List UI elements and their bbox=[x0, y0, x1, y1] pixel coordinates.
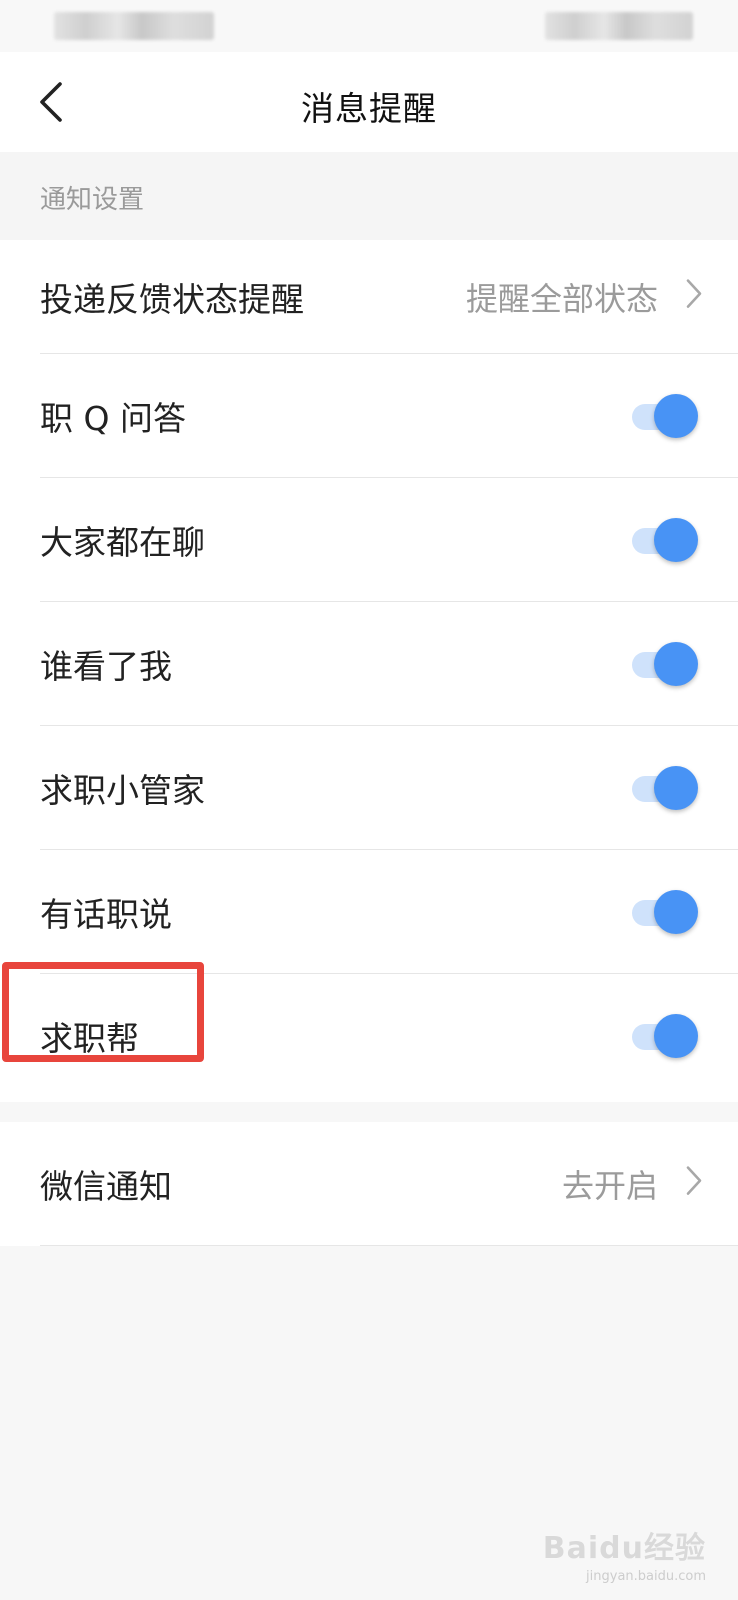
toggle-switch[interactable] bbox=[632, 1014, 698, 1058]
toggle-knob bbox=[654, 766, 698, 810]
setting-value: 提醒全部状态 bbox=[465, 280, 658, 318]
setting-label: 求职帮 bbox=[40, 1019, 139, 1058]
toggle-knob bbox=[654, 890, 698, 934]
notification-settings-list: 投递反馈状态提醒 提醒全部状态 职 Q 问答 大家都在聊 谁看了我 求职小管家 … bbox=[0, 240, 738, 1102]
wechat-settings-list: 微信通知 去开启 bbox=[0, 1122, 738, 1246]
status-bar-left-blurred bbox=[54, 12, 214, 40]
setting-row-zhiq-qa: 职 Q 问答 bbox=[0, 354, 738, 478]
section-header: 通知设置 bbox=[0, 152, 738, 240]
toggle-switch[interactable] bbox=[632, 394, 698, 438]
toggle-switch[interactable] bbox=[632, 890, 698, 934]
setting-label: 投递反馈状态提醒 bbox=[40, 280, 304, 319]
setting-row-job-assistant: 求职小管家 bbox=[0, 726, 738, 850]
setting-label: 职 Q 问答 bbox=[40, 399, 186, 438]
chevron-right-icon bbox=[684, 1164, 704, 1198]
status-bar-right-blurred bbox=[545, 12, 693, 40]
toggle-switch[interactable] bbox=[632, 766, 698, 810]
setting-row-wechat-notification[interactable]: 微信通知 去开启 bbox=[0, 1122, 738, 1246]
setting-row-job-help: 求职帮 bbox=[0, 974, 738, 1098]
toggle-knob bbox=[654, 1014, 698, 1058]
page-title: 消息提醒 bbox=[301, 89, 437, 128]
setting-label: 微信通知 bbox=[40, 1167, 172, 1206]
setting-row-speak-up: 有话职说 bbox=[0, 850, 738, 974]
setting-label: 有话职说 bbox=[40, 895, 172, 934]
setting-label: 大家都在聊 bbox=[40, 523, 205, 562]
divider bbox=[40, 1245, 738, 1246]
baidu-jingyan-watermark: Baidu经验 jingyan.baidu.com bbox=[543, 1523, 706, 1584]
setting-row-everyone-chatting: 大家都在聊 bbox=[0, 478, 738, 602]
setting-row-delivery-feedback[interactable]: 投递反馈状态提醒 提醒全部状态 bbox=[0, 240, 738, 354]
setting-row-who-viewed-me: 谁看了我 bbox=[0, 602, 738, 726]
chevron-right-icon bbox=[684, 277, 704, 311]
status-bar bbox=[0, 0, 738, 52]
nav-bar: 消息提醒 bbox=[0, 52, 738, 152]
settings-page: 消息提醒 通知设置 投递反馈状态提醒 提醒全部状态 职 Q 问答 大家都在聊 谁… bbox=[0, 0, 738, 1600]
toggle-switch[interactable] bbox=[632, 642, 698, 686]
toggle-switch[interactable] bbox=[632, 518, 698, 562]
setting-value: 去开启 bbox=[561, 1167, 658, 1205]
toggle-knob bbox=[654, 394, 698, 438]
setting-label: 求职小管家 bbox=[40, 771, 205, 810]
setting-label: 谁看了我 bbox=[40, 647, 172, 686]
toggle-knob bbox=[654, 642, 698, 686]
section-header-label: 通知设置 bbox=[40, 185, 145, 215]
watermark-url: jingyan.baidu.com bbox=[586, 1569, 706, 1584]
watermark-logo-text: Baidu经验 bbox=[542, 1531, 706, 1566]
toggle-knob bbox=[654, 518, 698, 562]
